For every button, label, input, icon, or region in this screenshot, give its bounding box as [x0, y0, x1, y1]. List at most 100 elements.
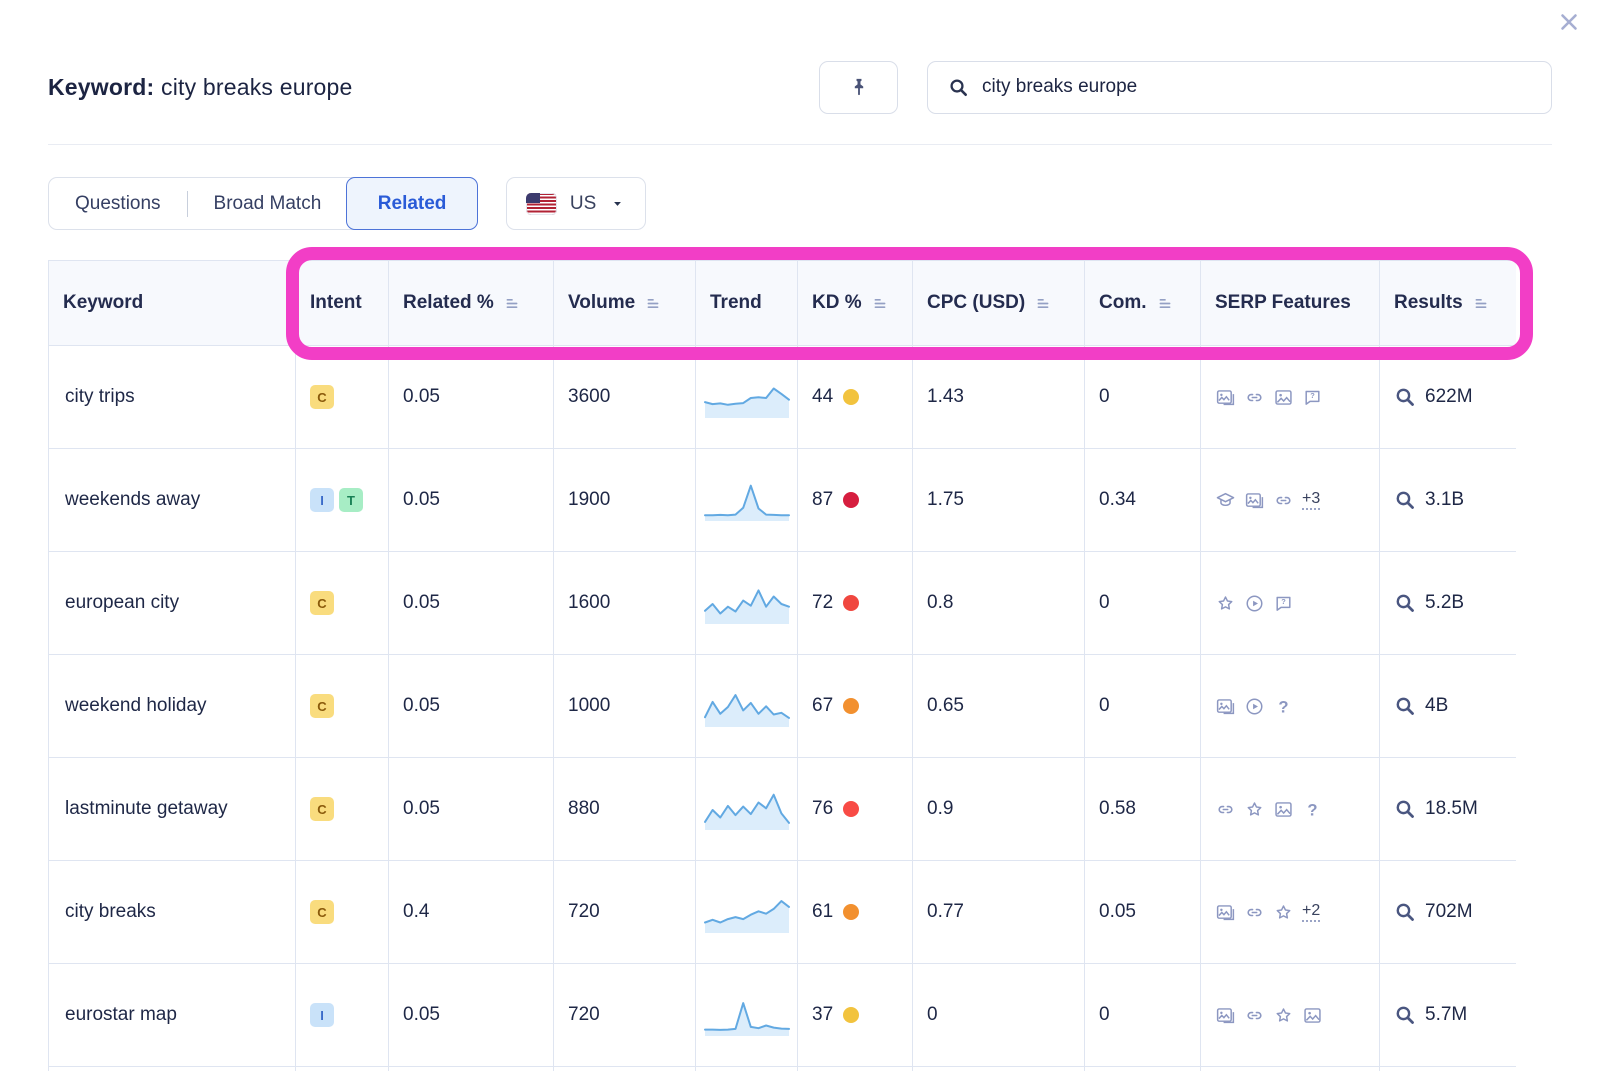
serp-more-count[interactable]: +2 — [1302, 902, 1320, 922]
country-selector[interactable]: US — [506, 177, 646, 230]
sort-icon[interactable] — [871, 295, 889, 312]
related-pct-cell: 0.05 — [389, 1004, 553, 1026]
table-row: city breaks C 0.4 720 61 0.77 0.05 +2 70… — [49, 861, 1517, 964]
cpc-cell: 0.77 — [913, 901, 1084, 923]
column-header-com[interactable]: Com. — [1085, 261, 1201, 346]
column-label: Keyword — [63, 292, 143, 314]
tab-related[interactable]: Related — [346, 177, 479, 230]
trend-cell — [696, 992, 797, 1038]
intent-cell: I — [296, 1003, 388, 1027]
sort-icon[interactable] — [1156, 295, 1174, 312]
search-results-icon[interactable] — [1394, 386, 1416, 408]
serp-features-cell: +2 — [1201, 902, 1379, 923]
column-header-keyword: Keyword — [49, 261, 296, 346]
trend-sparkline — [703, 477, 791, 523]
column-header-related[interactable]: Related % — [389, 261, 554, 346]
kd-cell: 76 — [798, 798, 912, 820]
column-label: KD % — [812, 292, 862, 314]
page-title: Keyword: city breaks europe — [48, 74, 353, 101]
com-cell: 0 — [1085, 592, 1200, 614]
divider — [48, 144, 1552, 145]
tab-broad-match[interactable]: Broad Match — [188, 178, 348, 229]
keyword-search-box[interactable] — [927, 61, 1552, 114]
related-pct-cell: 0.4 — [389, 901, 553, 923]
image-icon — [1273, 387, 1294, 408]
cpc-cell: 0.65 — [913, 695, 1084, 717]
image-icon — [1273, 799, 1294, 820]
search-results-icon[interactable] — [1394, 901, 1416, 923]
country-code: US — [570, 193, 596, 215]
table-row: european city C 0.05 1600 72 0.8 0 5.2B — [49, 552, 1517, 655]
trend-cell — [696, 786, 797, 832]
kd-cell: 67 — [798, 695, 912, 717]
kd-dot — [843, 492, 859, 508]
intent-cell: C — [296, 797, 388, 821]
pin-button[interactable] — [819, 61, 898, 114]
keyword-cell[interactable]: european city — [65, 592, 179, 614]
trend-sparkline — [703, 683, 791, 729]
com-cell: 0.34 — [1085, 489, 1200, 511]
link-icon — [1273, 490, 1294, 511]
column-label: Related % — [403, 292, 494, 314]
column-header-serp-features: SERP Features — [1201, 261, 1380, 346]
column-header-intent: Intent — [296, 261, 389, 346]
close-icon — [1556, 9, 1582, 35]
star-icon — [1273, 1005, 1294, 1026]
link-icon — [1244, 902, 1265, 923]
intent-badge-commercial: C — [310, 385, 334, 409]
graduation-cap-icon — [1215, 490, 1236, 511]
pin-icon — [848, 76, 870, 98]
keyword-cell[interactable]: lastminute getaway — [65, 798, 228, 820]
kd-cell: 87 — [798, 489, 912, 511]
search-results-icon[interactable] — [1394, 1004, 1416, 1026]
keyword-cell[interactable]: city trips — [65, 386, 135, 408]
image-stack-icon — [1215, 387, 1236, 408]
column-header-cpc-usd[interactable]: CPC (USD) — [913, 261, 1085, 346]
search-results-icon[interactable] — [1394, 695, 1416, 717]
volume-cell: 720 — [554, 1004, 695, 1026]
volume-cell: 1900 — [554, 489, 695, 511]
intent-badge-informational: I — [310, 1003, 334, 1027]
column-header-kd[interactable]: KD % — [798, 261, 913, 346]
close-button[interactable] — [1552, 6, 1586, 40]
kd-cell: 72 — [798, 592, 912, 614]
column-label: CPC (USD) — [927, 292, 1025, 314]
related-keywords-table: Keyword Intent Related % Volume Trend KD… — [48, 260, 1516, 1071]
column-header-results[interactable]: Results — [1380, 261, 1517, 346]
kd-cell: 61 — [798, 901, 912, 923]
trend-sparkline — [703, 374, 791, 420]
sort-icon[interactable] — [644, 295, 662, 312]
column-header-volume[interactable]: Volume — [554, 261, 696, 346]
trend-sparkline — [703, 992, 791, 1038]
intent-badge-commercial: C — [310, 797, 334, 821]
related-pct-cell: 0.05 — [389, 592, 553, 614]
star-icon — [1215, 593, 1236, 614]
link-icon — [1244, 387, 1265, 408]
keyword-cell[interactable]: weekend holiday — [65, 695, 207, 717]
table-row-partial — [49, 1067, 1517, 1071]
play-circle-icon — [1244, 593, 1265, 614]
search-results-icon[interactable] — [1394, 592, 1416, 614]
serp-more-count[interactable]: +3 — [1302, 490, 1320, 510]
volume-cell: 880 — [554, 798, 695, 820]
search-results-icon[interactable] — [1394, 798, 1416, 820]
keyword-cell[interactable]: city breaks — [65, 901, 156, 923]
kd-cell: 44 — [798, 386, 912, 408]
keyword-cell[interactable]: weekends away — [65, 489, 200, 511]
column-label: Com. — [1099, 292, 1147, 314]
chevron-down-icon — [609, 195, 626, 212]
keyword-cell[interactable]: eurostar map — [65, 1004, 177, 1026]
sort-icon[interactable] — [1472, 295, 1490, 312]
intent-cell: C — [296, 385, 388, 409]
table-row: weekend holiday C 0.05 1000 67 0.65 0 4B — [49, 655, 1517, 758]
search-input[interactable] — [982, 76, 1551, 98]
tab-questions[interactable]: Questions — [49, 178, 187, 229]
related-pct-cell: 0.05 — [389, 386, 553, 408]
table-row: city trips C 0.05 3600 44 1.43 0 622M — [49, 346, 1517, 449]
search-results-icon[interactable] — [1394, 489, 1416, 511]
sort-icon[interactable] — [1034, 295, 1052, 312]
sort-icon[interactable] — [503, 295, 521, 312]
com-cell: 0.05 — [1085, 901, 1200, 923]
results-cell: 702M — [1380, 901, 1516, 923]
image-stack-icon — [1215, 902, 1236, 923]
